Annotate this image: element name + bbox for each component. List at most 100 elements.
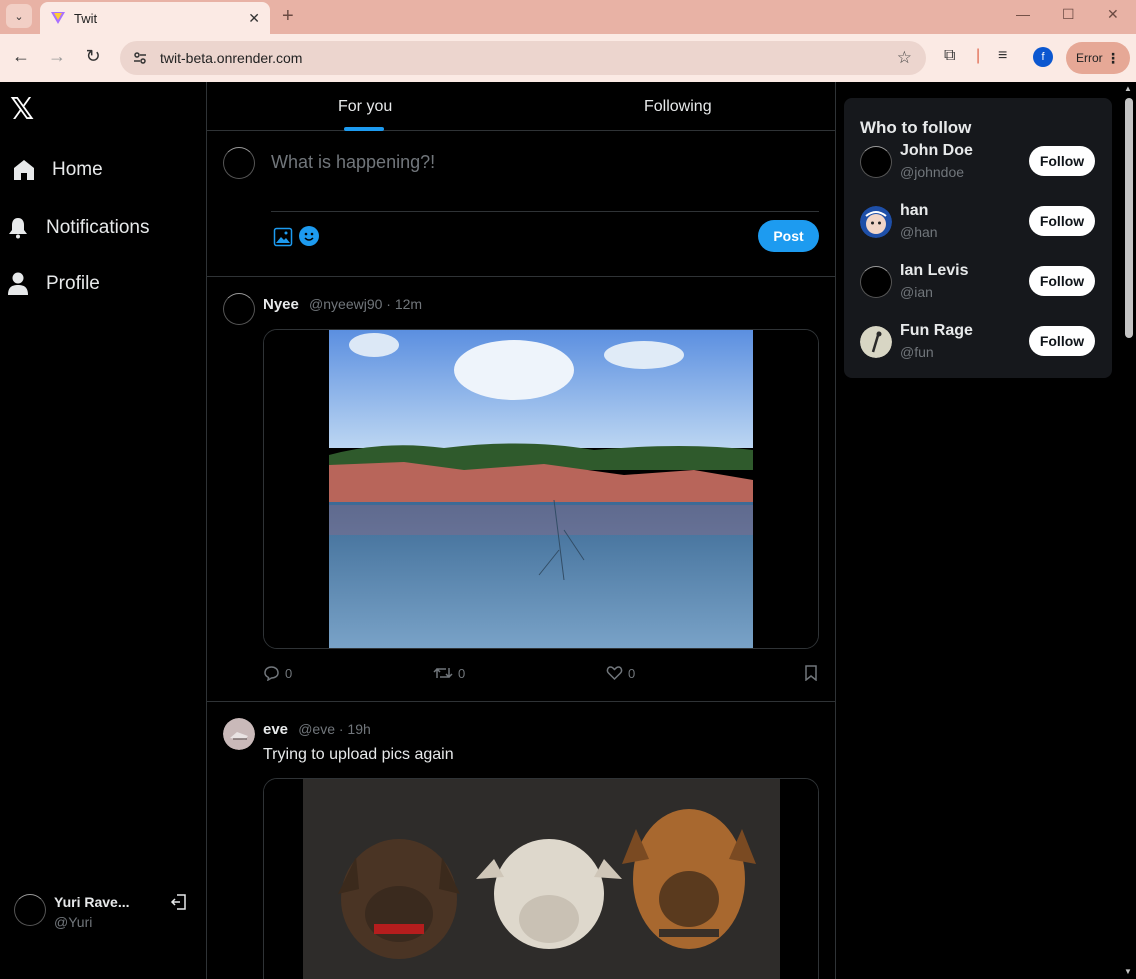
bookmark-star-icon[interactable]: ☆ [897,48,912,68]
media-control-icon[interactable]: ≡ [998,47,1007,65]
menu-dots-icon: ⋮ [1106,50,1120,66]
tab-for-you[interactable]: For you [338,98,392,116]
like-count: 0 [628,665,636,681]
home-icon [10,156,38,184]
suggested-user-handle: @ian [900,284,933,300]
tweet-author-name[interactable]: eve [263,721,288,738]
tweet-meta: @nyeewj90 · 12m [309,296,423,312]
like-button[interactable]: 0 [606,665,635,681]
nav-home[interactable]: Home [10,156,103,184]
avatar [860,266,892,298]
bookmark-icon [805,665,817,681]
tweet-text: Trying to upload pics again [263,746,454,763]
browser-tab-bar: ⌄ Twit ✕ + — ☐ ✕ [0,0,1136,34]
follow-button[interactable]: Follow [1029,266,1095,296]
avatar[interactable] [223,293,255,325]
nav-notifications-label: Notifications [46,217,150,238]
tweet[interactable]: Nyee @nyeewj90 · 12m 0 0 0 [207,277,835,702]
heart-icon [606,666,623,681]
extensions-icon[interactable]: ⧉ [944,47,955,65]
site-info-icon[interactable] [132,50,148,66]
follow-button[interactable]: Follow [1029,146,1095,176]
tab-following[interactable]: Following [644,98,712,116]
image-upload-icon[interactable] [273,227,293,252]
suggested-user[interactable]: han @han Follow [860,202,1096,242]
comment-icon [264,666,279,681]
browser-tab[interactable]: Twit ✕ [40,2,270,34]
nav-profile-label: Profile [46,273,100,294]
avatar [223,147,255,179]
account-name: Yuri Rave... [54,894,130,910]
suggested-user[interactable]: John Doe @johndoe Follow [860,142,1096,182]
reload-icon[interactable]: ↻ [81,46,105,67]
forward-icon[interactable]: → [45,46,69,67]
follow-button[interactable]: Follow [1029,206,1095,236]
suggested-user-name: Ian Levis [900,262,969,279]
follow-button[interactable]: Follow [1029,326,1095,356]
who-to-follow-panel: Who to follow John Doe @johndoe Follow h… [844,98,1112,378]
tweet-media[interactable] [263,778,819,979]
close-tab-icon[interactable]: ✕ [248,10,260,27]
close-window-icon[interactable]: ✕ [1107,6,1119,23]
reply-button[interactable]: 0 [263,665,292,681]
avatar[interactable] [223,718,255,750]
scroll-up-icon[interactable]: ▲ [1124,84,1132,93]
right-sidebar: Who to follow John Doe @johndoe Follow h… [836,82,1136,979]
maximize-icon[interactable]: ☐ [1062,6,1075,23]
reply-count: 0 [285,665,293,681]
new-tab-button[interactable]: + [282,5,294,28]
suggested-user-handle: @fun [900,344,934,360]
dogs-photo [264,779,818,979]
tweet-author-name[interactable]: Nyee [263,296,299,313]
tweet[interactable]: eve @eve · 19h Trying to upload pics aga… [207,702,835,979]
bell-icon [4,214,32,242]
url-text: twit-beta.onrender.com [160,50,303,66]
profile-avatar[interactable]: f [1033,47,1053,67]
composer-divider [271,211,819,212]
minimize-icon[interactable]: — [1016,6,1030,22]
tweet-header: Nyee @nyeewj90 · 12m [263,296,422,313]
feed-tabs: For you Following [207,82,835,131]
bookmark-button[interactable] [805,665,822,681]
address-bar[interactable]: twit-beta.onrender.com ☆ [120,41,926,75]
tweet-header: eve @eve · 19h [263,721,371,738]
error-menu-button[interactable]: Error ⋮ [1066,42,1130,74]
scroll-thumb[interactable] [1125,98,1133,338]
nav-profile[interactable]: Profile [4,270,100,298]
user-icon [4,270,32,298]
suggested-user-name: han [900,202,929,219]
left-sidebar: 𝕏 Home Notifications Profile Yuri Rave..… [0,82,207,979]
main-feed: For you Following What is happening?! Po… [207,82,836,979]
logout-icon[interactable] [170,893,188,916]
suggested-user-handle: @johndoe [900,164,965,180]
twit-favicon-icon [51,12,65,24]
repost-count: 0 [458,665,466,681]
browser-toolbar: ← → ↻ twit-beta.onrender.com ☆ ⧉ | ≡ f E… [0,34,1136,82]
scroll-down-icon[interactable]: ▼ [1124,967,1132,976]
nav-home-label: Home [52,159,103,180]
avatar [860,146,892,178]
repost-button[interactable]: 0 [433,665,465,681]
tab-title: Twit [74,10,98,26]
emoji-icon[interactable] [299,226,319,246]
post-button[interactable]: Post [758,220,819,252]
app-page: 𝕏 Home Notifications Profile Yuri Rave..… [0,82,1136,979]
page-scrollbar[interactable]: ▲ ▼ [1122,82,1136,979]
avatar [14,894,46,926]
error-label: Error [1076,51,1103,65]
tweet-media[interactable] [263,329,819,649]
toolbar-divider: | [976,47,981,64]
tab-search-button[interactable]: ⌄ [6,4,32,28]
x-logo-icon[interactable]: 𝕏 [10,92,34,127]
avatar [860,206,892,238]
nav-notifications[interactable]: Notifications [4,214,150,242]
account-switcher[interactable]: Yuri Rave... @Yuri [14,892,194,932]
suggested-user[interactable]: Ian Levis @ian Follow [860,262,1096,302]
back-icon[interactable]: ← [9,46,33,67]
composer-input[interactable]: What is happening?! [271,152,435,173]
avatar [860,326,892,358]
who-to-follow-title: Who to follow [860,118,972,137]
suggested-user-handle: @han [900,224,938,240]
repost-icon [433,667,453,679]
suggested-user[interactable]: Fun Rage @fun Follow [860,322,1096,362]
